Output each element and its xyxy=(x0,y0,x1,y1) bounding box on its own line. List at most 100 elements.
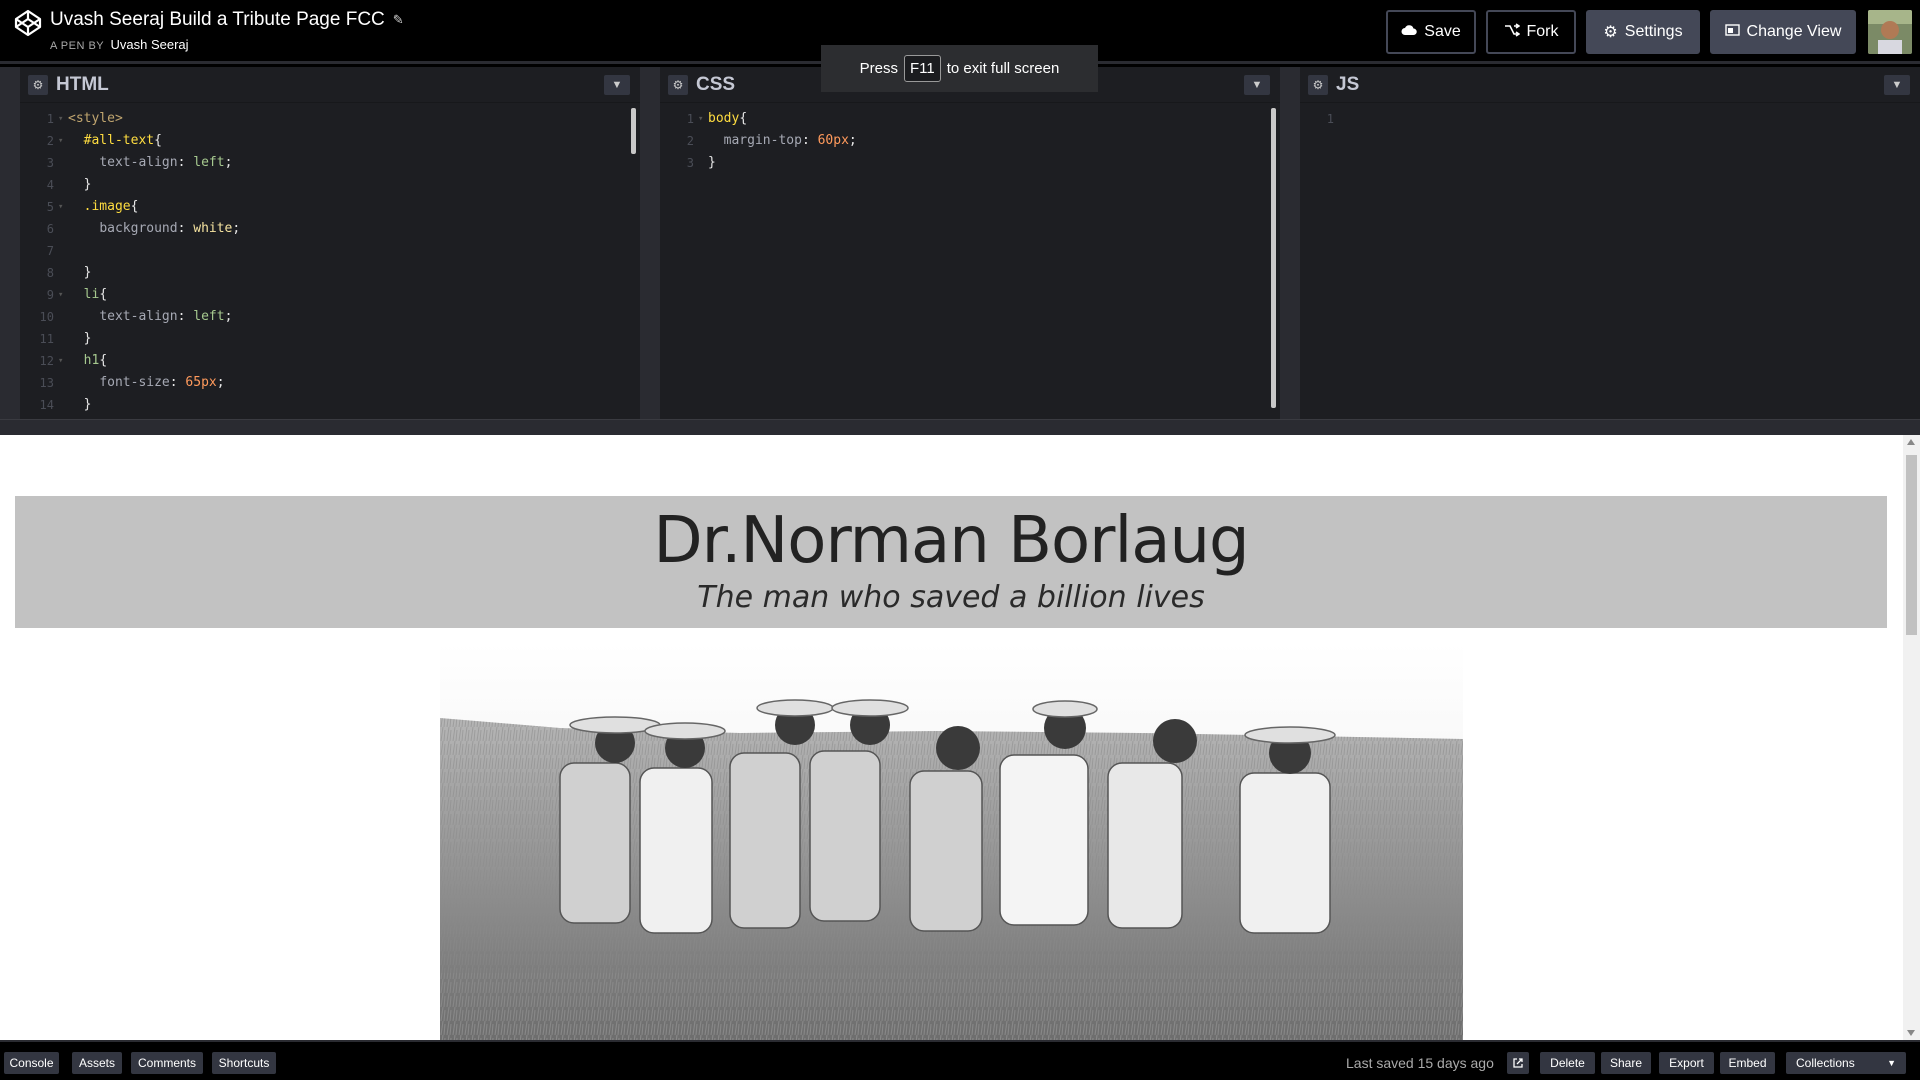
collections-dropdown[interactable]: Collections ▼ xyxy=(1786,1052,1906,1074)
code-line[interactable]: 9 ▾ li{ xyxy=(20,284,640,306)
bottom-bar: Console Assets Comments Shortcuts Last s… xyxy=(0,1040,1920,1080)
editor-divider[interactable] xyxy=(1280,67,1300,419)
change-view-label: Change View xyxy=(1746,23,1842,40)
fold-arrow-icon[interactable]: ▾ xyxy=(58,196,68,218)
code-token: h1 xyxy=(83,353,100,368)
code-line[interactable]: 11 } xyxy=(20,328,640,350)
code-token: margin-top xyxy=(723,133,802,148)
code-token: 65px xyxy=(185,375,217,390)
by-label: A PEN BY xyxy=(50,40,104,52)
cloud-icon xyxy=(1401,23,1418,41)
code-token: } xyxy=(83,331,92,346)
edit-pencil-icon[interactable]: ✎ xyxy=(393,12,404,28)
assets-button[interactable]: Assets xyxy=(72,1052,122,1074)
comments-button[interactable]: Comments xyxy=(131,1052,203,1074)
js-editor[interactable]: ⚙ JS ▼ 1 xyxy=(1300,67,1920,419)
fork-button[interactable]: Fork xyxy=(1486,10,1576,54)
css-scrollbar[interactable] xyxy=(1271,108,1276,408)
code-line[interactable]: 4 } xyxy=(20,174,640,196)
code-line[interactable]: 3 text-align: left; xyxy=(20,152,640,174)
fork-label: Fork xyxy=(1526,23,1559,40)
html-chevron-down-icon[interactable]: ▼ xyxy=(604,75,630,95)
code-line[interactable]: 6 background: white; xyxy=(20,218,640,240)
line-number: 4 xyxy=(46,178,54,192)
embed-button[interactable]: Embed xyxy=(1720,1052,1775,1074)
fold-arrow-icon[interactable]: ▾ xyxy=(58,130,68,152)
save-button[interactable]: Save xyxy=(1386,10,1476,54)
css-editor[interactable]: ⚙ CSS ▼ 1 ▾ body{2 margin-top: 60px; 3} xyxy=(660,67,1280,419)
line-number: 5 xyxy=(46,200,54,214)
html-code-area[interactable]: 1 ▾ <style> 2 ▾ #all-text{3 text-align: left… xyxy=(20,104,640,419)
js-code-lines: 1 xyxy=(1300,104,1920,130)
js-code-area[interactable]: 1 xyxy=(1300,104,1920,419)
code-token: left xyxy=(193,155,225,170)
fold-arrow-icon[interactable]: ▾ xyxy=(58,108,68,130)
preview-scrollbar[interactable] xyxy=(1903,435,1920,1040)
line-number: 6 xyxy=(46,222,54,236)
css-settings-gear-icon[interactable]: ⚙ xyxy=(668,74,688,95)
editor-divider[interactable] xyxy=(640,67,660,419)
html-editor-header: ⚙ HTML xyxy=(20,67,640,103)
tribute-photo xyxy=(440,643,1463,1040)
code-line[interactable]: 10 text-align: left; xyxy=(20,306,640,328)
tribute-heading: Dr.Norman Borlaug xyxy=(653,504,1249,578)
code-token: { xyxy=(99,287,108,302)
avatar-icon xyxy=(1868,10,1912,54)
codepen-logo-icon[interactable] xyxy=(14,9,42,37)
delete-button[interactable]: Delete xyxy=(1540,1052,1595,1074)
code-line[interactable]: 12 ▾ h1{ xyxy=(20,350,640,372)
code-line[interactable]: 1 ▾ <style> xyxy=(20,108,640,130)
html-settings-gear-icon[interactable]: ⚙ xyxy=(28,74,48,95)
html-scrollbar[interactable] xyxy=(631,108,636,154)
fold-arrow-icon[interactable]: ▾ xyxy=(58,350,68,372)
code-line[interactable]: 3} xyxy=(660,152,1280,174)
console-button[interactable]: Console xyxy=(4,1052,59,1074)
shortcuts-button[interactable]: Shortcuts xyxy=(212,1052,276,1074)
tribute-subheading: The man who saved a billion lives xyxy=(697,580,1205,615)
code-token: white xyxy=(193,221,233,236)
code-line[interactable]: 8 } xyxy=(20,262,640,284)
open-external-icon[interactable] xyxy=(1507,1052,1529,1074)
js-chevron-down-icon[interactable]: ▼ xyxy=(1884,75,1910,95)
export-button[interactable]: Export xyxy=(1659,1052,1714,1074)
css-chevron-down-icon[interactable]: ▼ xyxy=(1244,75,1270,95)
user-avatar[interactable] xyxy=(1868,10,1912,54)
html-editor[interactable]: ⚙ HTML ▼ 1 ▾ <style> 2 ▾ #all-text{3 text-al… xyxy=(20,67,640,419)
caret-down-icon: ▼ xyxy=(1887,1058,1896,1068)
code-line[interactable]: 1 ▾ body{ xyxy=(660,108,1280,130)
code-line[interactable]: 13 font-size: 65px; xyxy=(20,372,640,394)
preview-pane[interactable]: Dr.Norman Borlaug The man who saved a bi… xyxy=(0,435,1920,1040)
js-editor-title: JS xyxy=(1336,73,1360,95)
css-code-area[interactable]: 1 ▾ body{2 margin-top: 60px; 3} xyxy=(660,104,1280,419)
pen-title[interactable]: Uvash Seeraj Build a Tribute Page FCC ✎ xyxy=(50,9,404,31)
code-token: : xyxy=(177,309,194,324)
scroll-thumb[interactable] xyxy=(1906,455,1917,635)
code-token: 60px xyxy=(817,133,849,148)
line-number: 14 xyxy=(39,398,54,412)
line-number: 2 xyxy=(686,134,694,148)
code-line[interactable]: 5 ▾ .image{ xyxy=(20,196,640,218)
author-link[interactable]: Uvash Seeraj xyxy=(111,37,189,52)
share-button[interactable]: Share xyxy=(1601,1052,1651,1074)
notice-prefix: Press xyxy=(859,60,899,77)
code-token: ; xyxy=(216,375,225,390)
code-line[interactable]: 7 xyxy=(20,240,640,262)
fold-arrow-icon[interactable]: ▾ xyxy=(698,108,708,130)
fold-arrow-icon[interactable]: ▾ xyxy=(58,284,68,306)
code-token: text-align xyxy=(99,309,178,324)
code-line[interactable]: 1 xyxy=(1300,108,1920,130)
settings-button[interactable]: ⚙ Settings xyxy=(1586,10,1700,54)
code-line[interactable]: 2 margin-top: 60px; xyxy=(660,130,1280,152)
change-view-button[interactable]: Change View xyxy=(1710,10,1856,54)
code-line[interactable]: 14 } xyxy=(20,394,640,416)
code-line[interactable]: 2 ▾ #all-text{ xyxy=(20,130,640,152)
scroll-up-arrow-icon[interactable] xyxy=(1907,439,1915,445)
preview-resizer[interactable] xyxy=(0,419,1920,435)
js-settings-gear-icon[interactable]: ⚙ xyxy=(1308,74,1328,95)
scroll-down-arrow-icon[interactable] xyxy=(1907,1030,1915,1036)
